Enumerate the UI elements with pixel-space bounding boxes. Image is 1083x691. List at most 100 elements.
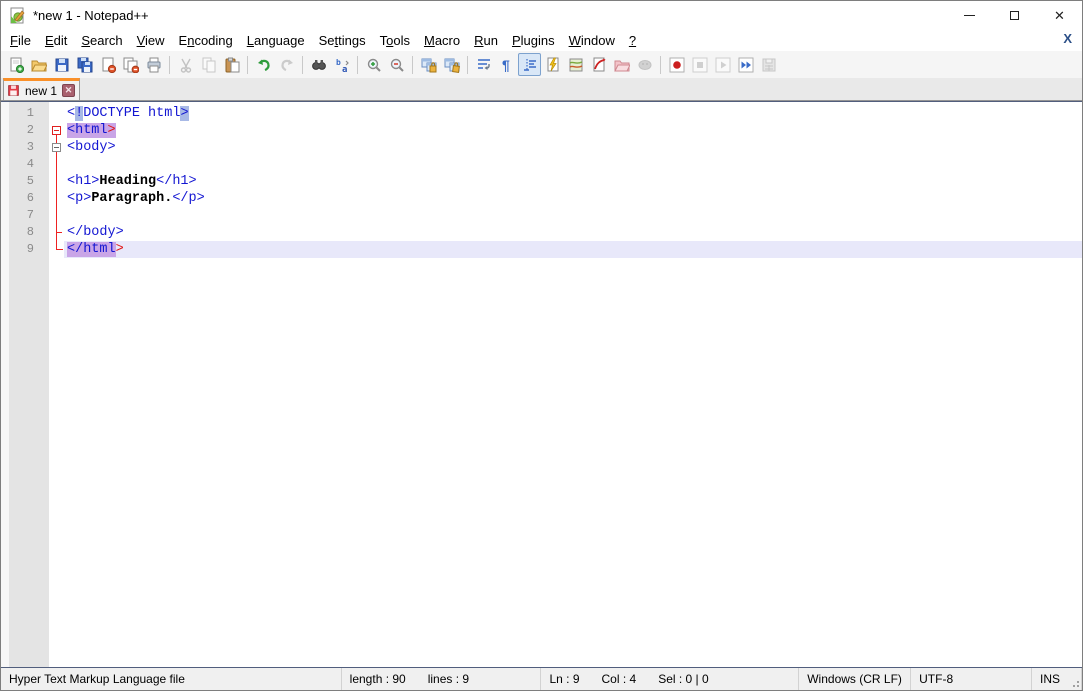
editor-line-3[interactable]: 3<body>: [1, 139, 1082, 156]
close-icon: ✕: [1054, 9, 1065, 22]
new-file-button[interactable]: [4, 53, 27, 76]
line-number: 7: [1, 207, 49, 224]
fold-marker: [49, 224, 64, 241]
undo-icon: [256, 57, 272, 73]
minimize-button[interactable]: [947, 1, 992, 29]
toolbar-separator: [357, 56, 358, 74]
resize-grip-icon[interactable]: [1070, 678, 1080, 688]
redo-button[interactable]: [275, 53, 298, 76]
undo-button[interactable]: [252, 53, 275, 76]
close-all-button[interactable]: [119, 53, 142, 76]
editor-line-8[interactable]: 8</body>: [1, 224, 1082, 241]
code-text: <html>: [64, 122, 1082, 139]
menu-macro[interactable]: Macro: [417, 31, 467, 50]
cut-button[interactable]: [174, 53, 197, 76]
macro-save-button[interactable]: [757, 53, 780, 76]
monitoring-icon: [637, 57, 653, 73]
status-cursor-position-value: Ln : 9: [549, 672, 579, 686]
status-cursor-position-value: Sel : 0 | 0: [658, 672, 708, 686]
close-button[interactable]: ✕: [1037, 1, 1082, 29]
window-title: *new 1 - Notepad++: [33, 8, 149, 23]
save-all-button[interactable]: [73, 53, 96, 76]
fold-marker: [49, 173, 64, 190]
folder-as-workspace-button[interactable]: [610, 53, 633, 76]
menu-run[interactable]: Run: [467, 31, 505, 50]
code-text: <!DOCTYPE html>: [64, 105, 1082, 122]
macro-stop-button[interactable]: [688, 53, 711, 76]
unsaved-floppy-icon: [7, 84, 20, 97]
replace-button[interactable]: ba: [330, 53, 353, 76]
macro-run-multiple-button[interactable]: [734, 53, 757, 76]
redo-icon: [279, 57, 295, 73]
fold-marker[interactable]: [49, 122, 64, 139]
indent-guide-button[interactable]: [518, 53, 541, 76]
status-encoding[interactable]: UTF-8: [911, 668, 1032, 690]
tab-close-icon[interactable]: ✕: [62, 84, 75, 97]
menu-settings[interactable]: Settings: [312, 31, 373, 50]
macro-play-icon: [715, 57, 731, 73]
menu-window[interactable]: Window: [562, 31, 622, 50]
toolbar-separator: [412, 56, 413, 74]
editor-lines: 1<!DOCTYPE html>2<html>3<body>45<h1>Head…: [1, 102, 1082, 258]
status-file-type[interactable]: Hyper Text Markup Language file: [1, 668, 342, 690]
editor-line-1[interactable]: 1<!DOCTYPE html>: [1, 105, 1082, 122]
menu-edit[interactable]: Edit: [38, 31, 74, 50]
function-list-button[interactable]: [587, 53, 610, 76]
fold-marker[interactable]: [49, 139, 64, 156]
notepad-plus-plus-window: *new 1 - Notepad++ ✕ FileEditSearchViewE…: [0, 0, 1083, 691]
save-button[interactable]: [50, 53, 73, 76]
macro-record-button[interactable]: [665, 53, 688, 76]
menu-view[interactable]: View: [130, 31, 172, 50]
tab-new-1[interactable]: new 1✕: [3, 78, 80, 100]
status-doc-size[interactable]: length : 90 lines : 9: [342, 668, 542, 690]
status-cursor-position[interactable]: Ln : 9Col : 4Sel : 0 | 0: [541, 668, 799, 690]
editor-line-5[interactable]: 5<h1>Heading</h1>: [1, 173, 1082, 190]
paste-button[interactable]: [220, 53, 243, 76]
monitoring-button[interactable]: [633, 53, 656, 76]
macro-stop-icon: [692, 57, 708, 73]
code-editor[interactable]: 1<!DOCTYPE html>2<html>3<body>45<h1>Head…: [1, 101, 1082, 668]
zoom-in-button[interactable]: [362, 53, 385, 76]
menu-search[interactable]: Search: [74, 31, 129, 50]
word-wrap-button[interactable]: [472, 53, 495, 76]
copy-button[interactable]: [197, 53, 220, 76]
menu-encoding[interactable]: Encoding: [172, 31, 240, 50]
close-document-button[interactable]: X: [1059, 31, 1076, 46]
maximize-button[interactable]: [992, 1, 1037, 29]
line-number: 3: [1, 139, 49, 156]
zoom-out-icon: [389, 57, 405, 73]
print-button[interactable]: [142, 53, 165, 76]
sync-vertical-button[interactable]: [417, 53, 440, 76]
svg-text:a: a: [342, 65, 347, 73]
status-doc-size-value: length : 90: [350, 672, 406, 686]
editor-line-9[interactable]: 9</html>: [1, 241, 1082, 258]
menu-plugins[interactable]: Plugins: [505, 31, 562, 50]
menu-help[interactable]: ?: [622, 31, 643, 50]
save-icon: [54, 57, 70, 73]
find-button[interactable]: [307, 53, 330, 76]
word-wrap-icon: [476, 57, 492, 73]
editor-line-7[interactable]: 7: [1, 207, 1082, 224]
zoom-out-button[interactable]: [385, 53, 408, 76]
menu-file[interactable]: File: [3, 31, 38, 50]
editor-line-6[interactable]: 6<p>Paragraph.</p>: [1, 190, 1082, 207]
document-map-button[interactable]: [564, 53, 587, 76]
fold-marker: [49, 207, 64, 224]
status-eol-format[interactable]: Windows (CR LF): [799, 668, 911, 690]
editor-line-4[interactable]: 4: [1, 156, 1082, 173]
menu-language[interactable]: Language: [240, 31, 312, 50]
tab-label: new 1: [23, 84, 59, 98]
code-text: <p>Paragraph.</p>: [64, 190, 1082, 207]
macro-play-button[interactable]: [711, 53, 734, 76]
macro-record-icon: [669, 57, 685, 73]
define-language-button[interactable]: [541, 53, 564, 76]
menu-tools[interactable]: Tools: [373, 31, 417, 50]
close-file-button[interactable]: [96, 53, 119, 76]
sync-horizontal-button[interactable]: [440, 53, 463, 76]
editor-line-2[interactable]: 2<html>: [1, 122, 1082, 139]
open-file-button[interactable]: [27, 53, 50, 76]
toolbar-separator: [302, 56, 303, 74]
open-file-icon: [31, 57, 47, 73]
show-all-characters-button[interactable]: ¶: [495, 53, 518, 76]
status-doc-size-value: lines : 9: [428, 672, 469, 686]
